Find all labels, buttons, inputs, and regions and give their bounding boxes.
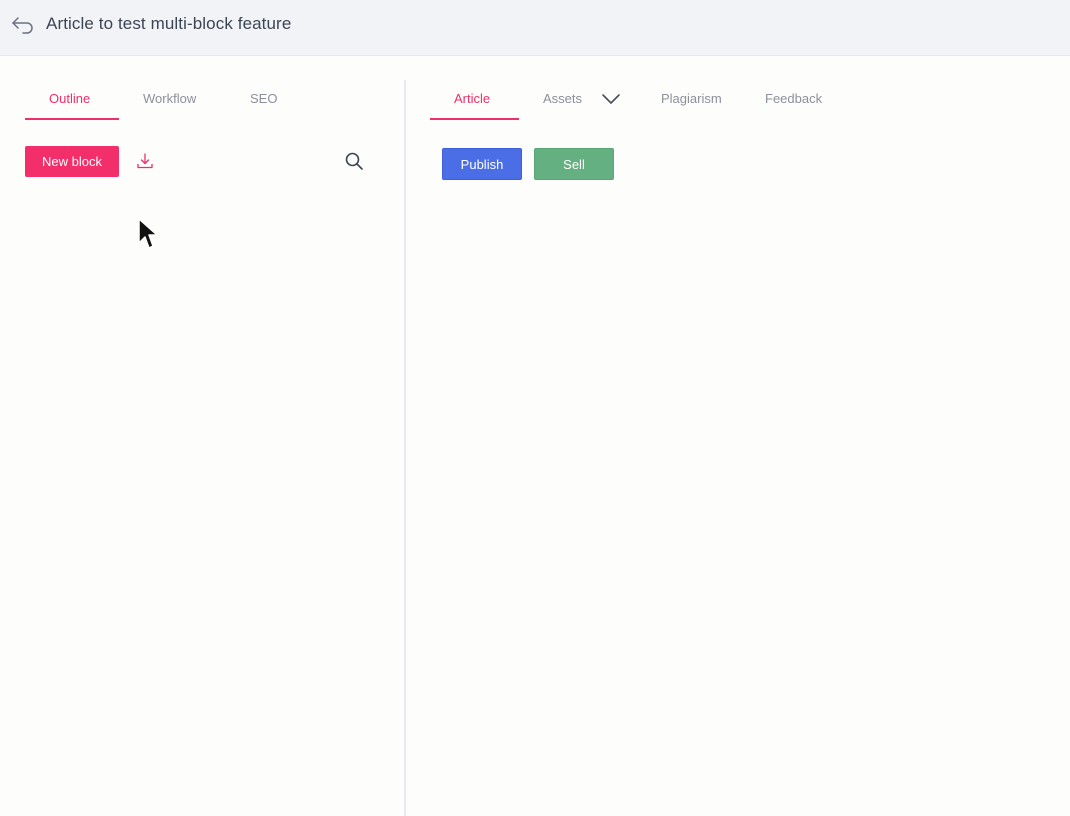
page-title: Article to test multi-block feature bbox=[46, 14, 292, 33]
tab-article[interactable]: Article bbox=[454, 91, 490, 106]
tab-plagiarism[interactable]: Plagiarism bbox=[661, 91, 722, 106]
tab-feedback[interactable]: Feedback bbox=[765, 91, 822, 106]
tab-assets[interactable]: Assets bbox=[543, 91, 582, 106]
sell-button[interactable]: Sell bbox=[534, 148, 614, 180]
tab-outline[interactable]: Outline bbox=[49, 91, 90, 106]
top-bar: Article to test multi-block feature bbox=[0, 0, 1070, 56]
chevron-down-icon[interactable] bbox=[600, 92, 622, 106]
tab-workflow[interactable]: Workflow bbox=[143, 91, 196, 106]
back-arrow-icon[interactable] bbox=[11, 15, 35, 35]
panel-divider[interactable] bbox=[404, 80, 406, 816]
tab-article-underline bbox=[430, 118, 519, 120]
download-icon[interactable] bbox=[136, 152, 154, 170]
mouse-pointer-icon bbox=[138, 218, 158, 249]
new-block-button[interactable]: New block bbox=[25, 146, 119, 177]
publish-button[interactable]: Publish bbox=[442, 148, 522, 180]
tab-outline-underline bbox=[25, 118, 119, 120]
tab-seo[interactable]: SEO bbox=[250, 91, 277, 106]
search-icon[interactable] bbox=[344, 151, 364, 171]
